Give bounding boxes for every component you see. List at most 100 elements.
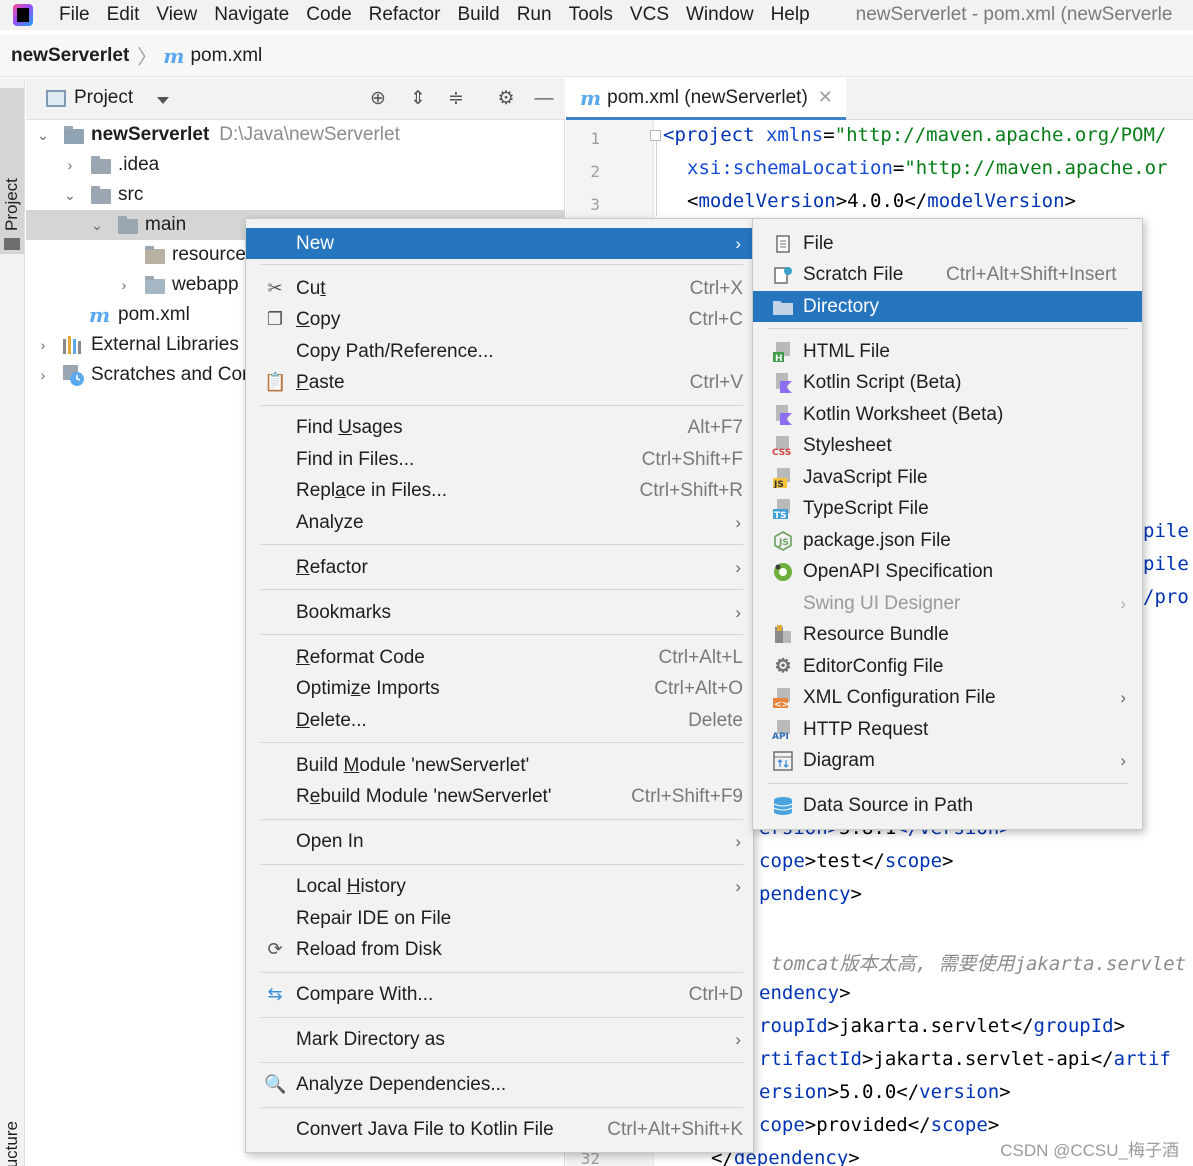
submenu-item-xml-configuration[interactable]: <> XML Configuration File › [753,682,1142,713]
menu-item-local-history[interactable]: Local History › [246,871,753,902]
menu-item-rebuild-module[interactable]: Rebuild Module 'newServerlet' Ctrl+Shift… [246,781,753,812]
diagram-icon [772,750,794,772]
submenu-item-kotlin-worksheet[interactable]: Kotlin Worksheet (Beta) [753,399,1142,430]
menu-code[interactable]: Code [306,4,351,26]
chevron-down-icon[interactable]: ⌄ [37,127,49,144]
menu-window[interactable]: Window [686,4,754,26]
close-icon[interactable]: ✕ [818,87,833,108]
menu-item-find-usages[interactable]: Find Usages Alt+F7 [246,412,753,443]
scratch-file-icon [772,264,794,286]
menu-help[interactable]: Help [771,4,810,26]
menu-vcs[interactable]: VCS [630,4,669,26]
menu-item-delete[interactable]: Delete... Delete [246,705,753,736]
menu-item-cut[interactable]: ✂ Cut Ctrl+X [246,273,753,304]
tree-item-label: Scratches and Cor [91,364,249,385]
chevron-down-icon[interactable]: ⌄ [91,217,103,234]
code-fragment[interactable]: pile [1143,520,1189,542]
chevron-right-icon[interactable]: › [64,157,76,173]
menu-item-compare-with[interactable]: ⇆ Compare With... Ctrl+D [246,979,753,1010]
menu-navigate[interactable]: Navigate [214,4,289,26]
menu-item-convert-to-kotlin[interactable]: Convert Java File to Kotlin File Ctrl+Al… [246,1114,753,1145]
menu-item-find-in-files[interactable]: Find in Files... Ctrl+Shift+F [246,444,753,475]
code-line[interactable]: pendency> [759,883,862,905]
breadcrumb-separator-icon: 〉 [137,47,158,69]
code-line[interactable]: rtifactId>jakarta.servlet-api</artif [759,1048,1171,1070]
submenu-item-diagram[interactable]: Diagram › [753,745,1142,776]
menu-item-replace-in-files[interactable]: Replace in Files... Ctrl+Shift+R [246,475,753,506]
submenu-item-javascript-file[interactable]: JS JavaScript File [753,462,1142,493]
tree-item-idea[interactable]: › .idea [26,150,565,180]
chevron-right-icon[interactable]: › [118,277,130,293]
menu-item-paste[interactable]: 📋 Paste Ctrl+V [246,367,753,398]
menu-tools[interactable]: Tools [569,4,613,26]
locate-icon[interactable]: ⊕ [366,87,390,111]
chevron-right-icon[interactable]: › [37,337,49,353]
code-line[interactable]: cope>provided</scope> [759,1114,999,1136]
chevron-down-icon[interactable]: ⌄ [64,187,76,204]
code-line[interactable]: endency> [759,982,851,1004]
menu-item-reload-from-disk[interactable]: ⟳ Reload from Disk [246,934,753,965]
shortcut-label: Ctrl+V [689,371,743,393]
project-tool-button[interactable]: Project [0,88,24,254]
submenu-item-editorconfig[interactable]: ⚙ EditorConfig File [753,651,1142,682]
code-line-2[interactable]: xsi:schemaLocation="http://maven.apache.… [687,157,1167,179]
submenu-item-typescript-file[interactable]: TS TypeScript File [753,493,1142,524]
menu-refactor[interactable]: Refactor [369,4,441,26]
menu-item-label: Mark Directory as [296,1028,445,1050]
submenu-item-data-source-in-path[interactable]: Data Source in Path [753,790,1142,821]
menu-item-copy-path[interactable]: Copy Path/Reference... [246,336,753,367]
submenu-item-http-request[interactable]: API HTTP Request [753,714,1142,745]
gear-icon[interactable]: ⚙ [494,87,518,111]
code-line-1[interactable]: <project xmlns="http://maven.apache.org/… [663,124,1166,146]
fold-marker-icon[interactable] [650,130,661,141]
code-line[interactable]: cope>test</scope> [759,850,954,872]
code-fragment[interactable]: pile [1143,553,1189,575]
menu-item-optimize-imports[interactable]: Optimize Imports Ctrl+Alt+O [246,673,753,704]
code-comment-line[interactable]: tomcat版本太高, 需要使用jakarta.servlet [771,949,1186,976]
project-view-selector[interactable]: Project [74,87,133,109]
menu-edit[interactable]: Edit [107,4,140,26]
chevron-right-icon[interactable]: › [37,367,49,383]
menu-item-open-in[interactable]: Open In › [246,826,753,857]
menu-item-repair-ide[interactable]: Repair IDE on File [246,903,753,934]
code-line[interactable]: roupId>jakarta.servlet</groupId> [759,1015,1125,1037]
submenu-item-kotlin-script[interactable]: Kotlin Script (Beta) [753,367,1142,398]
menu-file[interactable]: File [59,4,90,26]
menu-item-analyze-dependencies[interactable]: 🔍 Analyze Dependencies... [246,1069,753,1100]
breadcrumb-file[interactable]: pom.xml [190,45,262,67]
expand-all-icon[interactable]: ⇕ [406,87,430,111]
menu-item-new[interactable]: New › [246,228,753,259]
menu-view[interactable]: View [156,4,197,26]
submenu-item-file[interactable]: File [753,228,1142,259]
submenu-item-swing-ui-designer[interactable]: Swing UI Designer › [753,588,1142,619]
compare-icon: ⇆ [267,984,283,1004]
menu-item-build-module[interactable]: Build Module 'newServerlet' [246,750,753,781]
menu-build[interactable]: Build [457,4,499,26]
menu-item-mark-directory[interactable]: Mark Directory as › [246,1024,753,1055]
tab-pom-xml[interactable]: m pom.xml (newServerlet) ✕ [566,78,846,120]
submenu-item-resource-bundle[interactable]: Resource Bundle [753,619,1142,650]
tree-item-newserverlet[interactable]: ⌄ newServerlet D:\Java\newServerlet [26,120,565,150]
menu-item-copy[interactable]: ❐ Copy Ctrl+C [246,304,753,335]
code-line[interactable]: ersion>5.0.0</version> [759,1081,1011,1103]
chevron-down-icon[interactable] [157,97,169,104]
menu-item-refactor[interactable]: Refactor › [246,552,753,583]
submenu-item-openapi[interactable]: OpenAPI Specification [753,556,1142,587]
code-fragment[interactable]: /pro [1143,586,1189,608]
menu-item-bookmarks[interactable]: Bookmarks › [246,597,753,628]
left-tool-strip: Project Structure [0,78,25,1166]
submenu-item-package-json[interactable]: JS package.json File [753,525,1142,556]
menu-run[interactable]: Run [517,4,552,26]
collapse-all-icon[interactable]: ≑ [444,87,468,111]
menu-item-analyze[interactable]: Analyze › [246,507,753,538]
tree-item-src[interactable]: ⌄ src [26,180,565,210]
code-line-3[interactable]: <modelVersion>4.0.0</modelVersion> [687,190,1076,212]
hide-icon[interactable]: — [532,87,556,111]
submenu-item-html-file[interactable]: H HTML File [753,336,1142,367]
menu-item-reformat-code[interactable]: Reformat Code Ctrl+Alt+L [246,642,753,673]
submenu-item-directory[interactable]: Directory [753,291,1142,322]
submenu-item-scratch-file[interactable]: Scratch File Ctrl+Alt+Shift+Insert [753,259,1142,290]
breadcrumb-project[interactable]: newServerlet [11,45,129,67]
structure-tool-button[interactable]: Structure [2,1121,22,1166]
submenu-item-stylesheet[interactable]: CSS Stylesheet [753,430,1142,461]
